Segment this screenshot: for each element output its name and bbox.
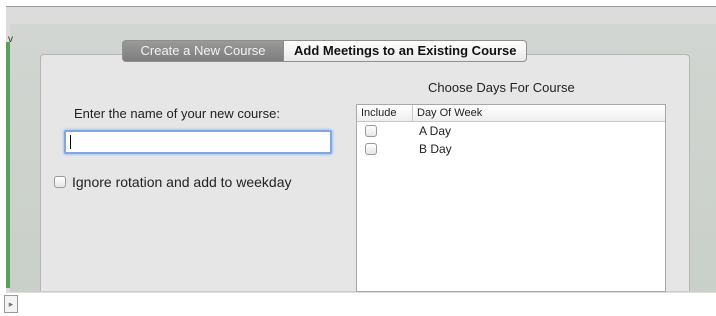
ignore-rotation-label: Ignore rotation and add to weekday	[72, 174, 292, 190]
days-table-header: Include Day Of Week	[357, 105, 665, 122]
tab-create-new-course[interactable]: Create a New Course	[122, 40, 283, 62]
table-row[interactable]: A Day	[357, 122, 665, 140]
include-checkbox-b-day[interactable]	[365, 143, 377, 155]
include-checkbox-a-day[interactable]	[365, 125, 377, 137]
green-accent-strip	[6, 42, 10, 288]
menu-glyph: v	[8, 34, 13, 45]
column-header-include[interactable]: Include	[357, 105, 413, 121]
tab-add-meetings[interactable]: Add Meetings to an Existing Course	[283, 40, 528, 62]
ignore-rotation-option[interactable]: Ignore rotation and add to weekday	[54, 174, 292, 190]
course-name-input[interactable]	[64, 130, 332, 154]
text-caret	[70, 135, 71, 149]
ignore-rotation-checkbox[interactable]	[54, 176, 66, 188]
day-cell: B Day	[419, 142, 452, 156]
course-name-label: Enter the name of your new course:	[74, 106, 280, 121]
table-row[interactable]: B Day	[357, 140, 665, 158]
days-table: Include Day Of Week A Day B Day	[356, 104, 666, 292]
column-header-day[interactable]: Day Of Week	[413, 105, 482, 121]
choose-days-title: Choose Days For Course	[428, 80, 575, 95]
day-cell: A Day	[419, 124, 452, 138]
tab-bar: Create a New Course Add Meetings to an E…	[122, 40, 528, 62]
document-icon[interactable]: ▸	[4, 295, 18, 313]
